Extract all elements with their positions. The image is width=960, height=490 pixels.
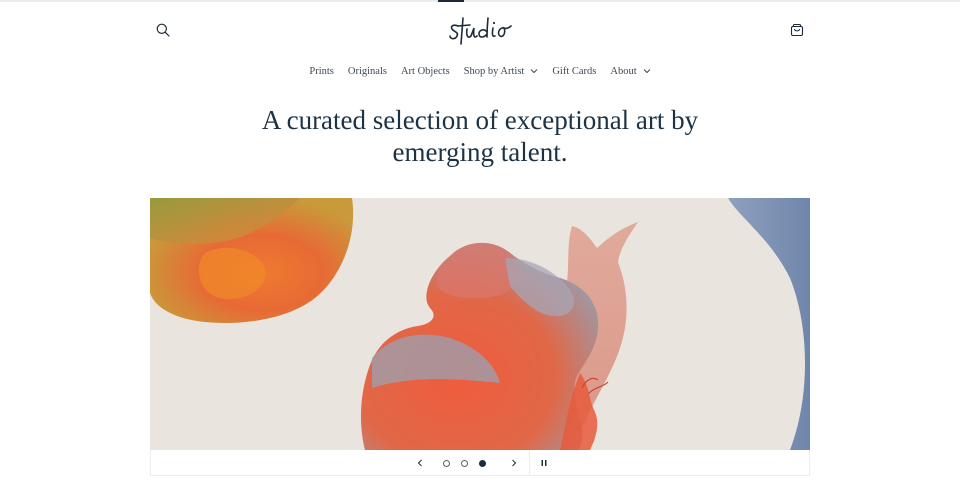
studio-logo[interactable] xyxy=(448,14,514,48)
nav-item-shop-by-artist[interactable]: Shop by Artist xyxy=(457,64,546,78)
announcement-bar-progress xyxy=(0,0,960,2)
nav-label: Originals xyxy=(347,65,387,77)
active-indicator xyxy=(438,0,464,2)
main-nav: Prints Originals Art Objects Shop by Art… xyxy=(0,64,960,78)
slideshow-image xyxy=(150,198,810,450)
pause-icon[interactable] xyxy=(537,450,551,476)
cart-icon[interactable] xyxy=(784,17,810,43)
nav-item-art-objects[interactable]: Art Objects xyxy=(394,64,457,78)
slide-dot-2[interactable] xyxy=(461,459,468,467)
slideshow-controls xyxy=(150,450,810,476)
search-icon[interactable] xyxy=(150,17,176,43)
nav-label: About xyxy=(610,65,637,77)
chevron-left-icon[interactable] xyxy=(411,450,429,476)
nav-item-gift-cards[interactable]: Gift Cards xyxy=(545,64,603,78)
controls-divider xyxy=(529,450,530,476)
nav-item-prints[interactable]: Prints xyxy=(302,64,341,78)
chevron-right-icon[interactable] xyxy=(505,450,523,476)
site-header xyxy=(150,10,810,52)
slide-dot-1[interactable] xyxy=(443,459,450,467)
nav-label: Gift Cards xyxy=(552,65,597,77)
nav-item-originals[interactable]: Originals xyxy=(341,64,394,78)
nav-label: Art Objects xyxy=(400,65,450,77)
nav-label: Prints xyxy=(309,65,334,77)
nav-label: Shop by Artist xyxy=(463,65,525,77)
chevron-down-icon xyxy=(530,67,538,75)
hero-title: A curated selection of exceptional art b… xyxy=(261,105,699,167)
slide-dots xyxy=(443,450,486,476)
slide-dot-3[interactable] xyxy=(479,459,486,467)
nav-item-about[interactable]: About xyxy=(603,64,657,78)
chevron-down-icon xyxy=(643,67,651,75)
